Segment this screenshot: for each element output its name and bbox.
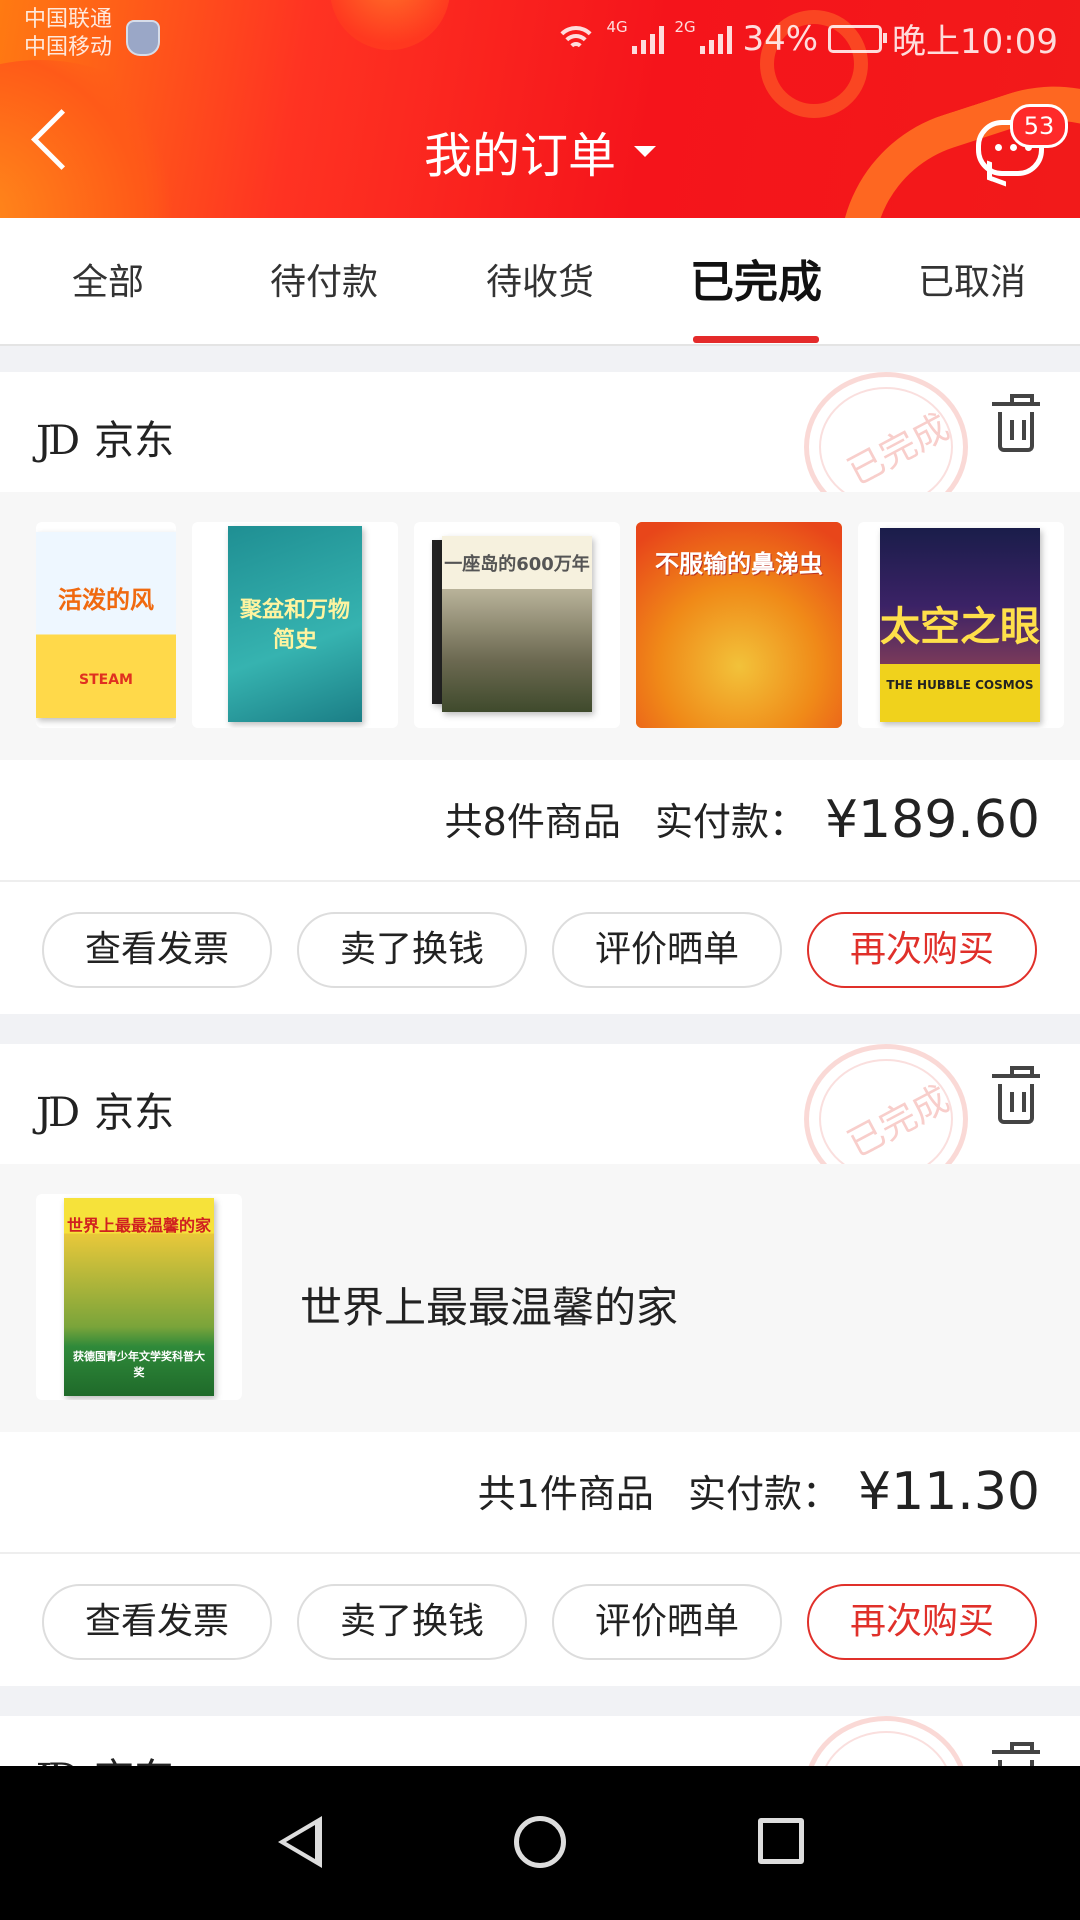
paid-label: 实付款： — [688, 1472, 841, 1516]
order-card[interactable]: JD 京东 已完成 世界上最最温馨的家 获德国青少年文学奖科普大奖 世界上最最温馨… — [0, 1044, 1080, 1686]
shield-icon — [126, 20, 160, 56]
order-actions: 查看发票 卖了换钱 评价晒单 再次购买 — [0, 882, 1080, 1014]
shop-name[interactable]: JD京东 — [36, 1080, 174, 1138]
order-summary: 共8件商品 实付款： ¥189.60 — [445, 790, 1040, 850]
trash-icon[interactable] — [992, 394, 1040, 452]
carrier-2: 中国移动 — [24, 35, 113, 60]
caret-down-icon — [634, 145, 656, 157]
tab-all[interactable]: 全部 — [0, 218, 216, 344]
nav-recent-apps-icon[interactable] — [758, 1818, 804, 1864]
review-button[interactable]: 评价晒单 — [552, 1584, 782, 1660]
page-title: 我的订单 — [423, 128, 616, 184]
review-button[interactable]: 评价晒单 — [552, 912, 782, 988]
resell-button[interactable]: 卖了换钱 — [297, 1584, 527, 1660]
item-count: 共1件商品 — [477, 1472, 654, 1516]
nav-home-icon[interactable] — [514, 1816, 566, 1868]
view-invoice-button[interactable]: 查看发票 — [42, 1584, 272, 1660]
signal-icon: 4G — [606, 18, 665, 54]
trash-icon[interactable] — [992, 1066, 1040, 1124]
product-row[interactable]: 世界上最最温馨的家 获德国青少年文学奖科普大奖 世界上最最温馨的家 — [0, 1164, 1080, 1432]
item-count: 共8件商品 — [444, 800, 621, 844]
product-thumbnail[interactable]: 一座岛的600万年 — [414, 522, 620, 728]
product-thumbnail[interactable]: 不服输的鼻涕虫 — [636, 522, 842, 728]
product-thumbnail[interactable]: 世界上最最温馨的家 获德国青少年文学奖科普大奖 — [36, 1194, 242, 1400]
order-summary: 共1件商品 实付款： ¥11.30 — [478, 1462, 1040, 1522]
system-navigation-bar — [0, 1766, 1080, 1920]
product-strip[interactable]: 活泼的风 STEAM 聚盆和万物简史 一座岛的600万年 不服输的鼻涕虫 太空之… — [0, 492, 1080, 760]
wifi-icon — [554, 24, 599, 54]
nav-bar: 我的订单 53 — [0, 90, 1080, 200]
completed-stamp-icon — [804, 1716, 968, 1766]
order-actions: 查看发票 卖了换钱 评价晒单 再次购买 — [0, 1554, 1080, 1686]
product-thumbnail[interactable]: 太空之眼 THE HUBBLE COSMOS — [858, 522, 1064, 728]
order-card[interactable]: JD京东 — [0, 1716, 1080, 1766]
jd-logo: JD — [36, 1756, 80, 1766]
tab-pending-payment[interactable]: 待付款 — [216, 218, 432, 344]
order-price: ¥11.30 — [858, 1462, 1040, 1522]
tab-pending-receipt[interactable]: 待收货 — [432, 218, 648, 344]
active-tab-indicator — [693, 336, 819, 343]
app-header: 中国联通 中国移动 4G 2G 34% 晚上10:09 我的订单 53 — [0, 0, 1080, 218]
product-title[interactable]: 世界上最最温馨的家 — [300, 1274, 678, 1335]
carrier-info: 中国联通 中国移动 — [24, 6, 112, 62]
clock: 晚上10:09 — [892, 22, 1058, 62]
product-thumbnail[interactable]: 活泼的风 STEAM — [36, 522, 176, 728]
order-price: ¥189.60 — [824, 790, 1040, 850]
buy-again-button[interactable]: 再次购买 — [807, 912, 1037, 988]
status-bar: 中国联通 中国移动 4G 2G 34% 晚上10:09 — [0, 0, 1080, 72]
network-type-2: 2G — [674, 17, 696, 36]
order-type-dropdown[interactable]: 我的订单 — [424, 116, 656, 186]
order-card[interactable]: JD 京东 已完成 活泼的风 STEAM 聚盆和万物简史 一座岛的600万年 不… — [0, 372, 1080, 1014]
shop-name[interactable]: JD京东 — [36, 1746, 174, 1766]
order-tabs: 全部 待付款 待收货 已完成 已取消 — [0, 218, 1080, 346]
view-invoice-button[interactable]: 查看发票 — [42, 912, 272, 988]
paid-label: 实付款： — [654, 800, 807, 844]
resell-button[interactable]: 卖了换钱 — [297, 912, 527, 988]
product-thumbnail[interactable]: 聚盆和万物简史 — [192, 522, 398, 728]
signal-icon: 2G — [674, 18, 733, 54]
jd-logo: JD — [36, 1090, 80, 1136]
nav-back-icon[interactable] — [278, 1816, 322, 1868]
tab-cancelled[interactable]: 已取消 — [864, 218, 1080, 344]
network-type-1: 4G — [606, 17, 628, 36]
shop-name[interactable]: JD京东 — [36, 408, 174, 466]
message-badge: 53 — [1010, 104, 1068, 148]
buy-again-button[interactable]: 再次购买 — [807, 1584, 1037, 1660]
battery-icon — [828, 24, 888, 53]
battery-percent: 34% — [742, 18, 819, 59]
tab-completed[interactable]: 已完成 — [648, 218, 864, 344]
jd-logo: JD — [36, 418, 80, 464]
carrier-1: 中国联通 — [24, 7, 113, 32]
